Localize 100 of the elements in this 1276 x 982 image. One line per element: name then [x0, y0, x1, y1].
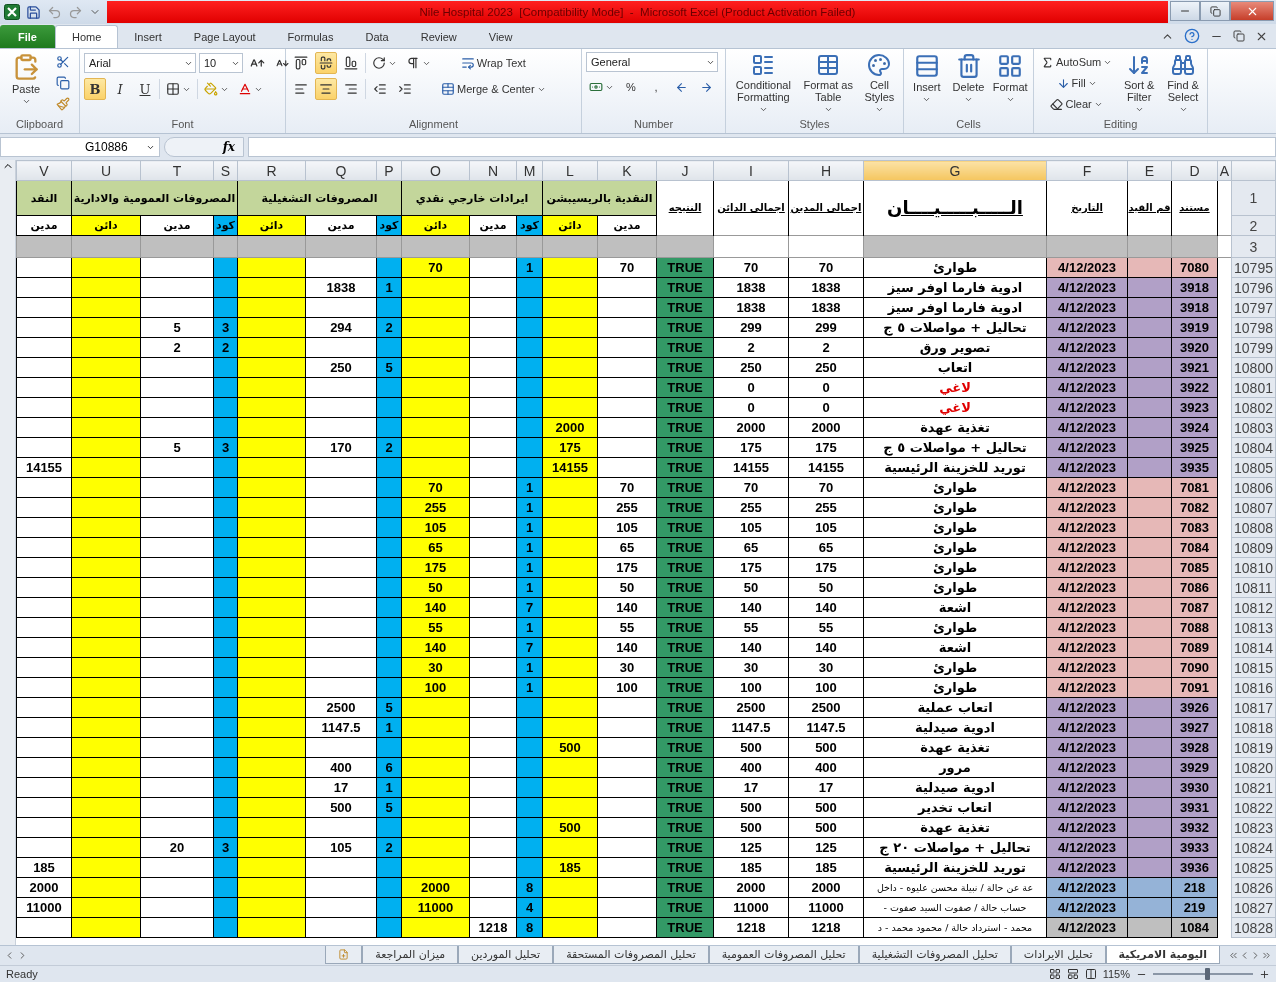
ribbon-tab[interactable]: Formulas: [271, 25, 350, 48]
underline-button[interactable]: U: [134, 78, 156, 100]
table-cell: 1: [376, 777, 402, 798]
ribbon-tab[interactable]: Page Layout: [177, 25, 272, 48]
sheet-tab[interactable]: اليومية الامريكية: [1105, 946, 1220, 964]
conditional-formatting-button[interactable]: Conditional Formatting: [730, 52, 797, 115]
page-layout-view-icon[interactable]: [1066, 968, 1079, 980]
paste-button[interactable]: Paste: [4, 52, 48, 107]
insert-button[interactable]: Insert: [908, 52, 946, 105]
column-header[interactable]: M: [516, 160, 543, 181]
fill-button[interactable]: Fill: [1038, 73, 1116, 93]
column-header[interactable]: S: [213, 160, 238, 181]
align-left-icon: [294, 82, 308, 96]
italic-button[interactable]: I: [109, 78, 131, 100]
ribbon-tab[interactable]: View: [472, 25, 529, 48]
delete-button[interactable]: Delete: [949, 52, 988, 105]
table-cell: 8: [516, 917, 543, 938]
merge-center-button[interactable]: Merge & Center: [438, 78, 549, 100]
first-sheet-icon[interactable]: [1228, 950, 1239, 961]
table-cell: ادوية صيدلية: [863, 717, 1047, 738]
font-size-field[interactable]: 10: [199, 53, 243, 73]
align-center-button[interactable]: [315, 78, 337, 100]
column-header[interactable]: V: [16, 160, 72, 181]
restore-icon[interactable]: [1233, 30, 1245, 42]
column-header[interactable]: A: [1217, 160, 1232, 181]
table-cell: 11000: [788, 897, 864, 918]
column-header[interactable]: H: [788, 160, 864, 181]
column-header[interactable]: L: [542, 160, 598, 181]
find-select-button[interactable]: Find & Select: [1163, 52, 1203, 115]
column-header[interactable]: Q: [305, 160, 377, 181]
group-label: Clipboard: [15, 117, 64, 132]
table-cell: TRUE: [656, 297, 714, 318]
cell-styles-button[interactable]: Cell Styles: [859, 52, 899, 115]
column-header[interactable]: G: [863, 160, 1047, 181]
column-header[interactable]: P: [376, 160, 402, 181]
column-header[interactable]: N: [469, 160, 517, 181]
page-break-view-icon[interactable]: [1084, 968, 1097, 980]
table-cell: 1838: [713, 297, 789, 318]
zoom-thumb[interactable]: [1205, 968, 1210, 980]
column-header[interactable]: F: [1046, 160, 1128, 181]
format-button[interactable]: Format: [991, 52, 1029, 105]
sheet-tab[interactable]: تحليل المصروفات العمومية: [708, 946, 859, 964]
column-header[interactable]: J: [656, 160, 714, 181]
table-cell: 1: [516, 477, 543, 498]
table-cell: 0: [713, 397, 789, 418]
close-button[interactable]: [1230, 1, 1274, 21]
column-header[interactable]: R: [237, 160, 306, 181]
table-cell: TRUE: [656, 557, 714, 578]
table-cell: 70: [713, 257, 789, 278]
wrap-text-button[interactable]: Wrap Text: [438, 52, 549, 74]
sheet-tab[interactable]: تحليل الايرادات: [1010, 946, 1106, 964]
save-button[interactable]: [26, 4, 41, 20]
table-cell: 65: [597, 537, 657, 558]
sheet-tab[interactable]: تحليل الموردين: [458, 946, 554, 964]
table-cell: 3921: [1171, 357, 1218, 378]
middle-align-button[interactable]: [315, 52, 337, 74]
column-header[interactable]: U: [71, 160, 141, 181]
zoom-level[interactable]: 115%: [1102, 968, 1130, 980]
table-cell: 50: [401, 577, 470, 598]
normal-view-icon[interactable]: [1048, 968, 1061, 980]
column-header[interactable]: T: [140, 160, 214, 181]
ribbon-tab[interactable]: Home: [54, 25, 119, 48]
clear-button[interactable]: Clear: [1038, 94, 1116, 114]
sort-filter-button[interactable]: Sort & Filter: [1119, 52, 1160, 115]
restore-button[interactable]: [1200, 1, 1230, 21]
sheet-tab[interactable]: تحليل المصروفات المستحقة: [553, 946, 709, 964]
minimize-button[interactable]: [1170, 1, 1200, 21]
sheet-tab[interactable]: ميزان المراجعة: [362, 946, 459, 964]
table-cell: 4/12/2023: [1046, 917, 1128, 938]
group-header: ايرادات خارجي نقدي: [415, 191, 529, 205]
table-cell: 4/12/2023: [1046, 337, 1128, 358]
comma-button[interactable]: ,: [645, 76, 667, 98]
column-subtitle: مدين: [16, 215, 72, 236]
insert-function-button[interactable]: fx: [164, 137, 244, 157]
column-header[interactable]: O: [401, 160, 470, 181]
column-header[interactable]: E: [1127, 160, 1172, 181]
percent-button[interactable]: %: [620, 76, 642, 98]
vertical-scrollbar[interactable]: [0, 160, 16, 945]
zoom-in-icon[interactable]: [1259, 968, 1270, 980]
number-format-field[interactable]: General: [586, 52, 718, 72]
font-name-field[interactable]: Arial: [84, 53, 196, 73]
column-header[interactable]: D: [1171, 160, 1218, 181]
formula-input[interactable]: [248, 137, 1276, 157]
help-icon[interactable]: [1184, 28, 1200, 44]
column-header[interactable]: I: [713, 160, 789, 181]
sheet-tab[interactable]: تحليل المصروفات التشغيلية: [858, 946, 1011, 964]
table-cell: 140: [713, 597, 789, 618]
rotate-icon: [372, 56, 386, 70]
last-sheet-icon[interactable]: [1261, 950, 1272, 961]
ribbon-tab[interactable]: Review: [404, 25, 473, 48]
format-as-table-button[interactable]: Format as Table: [800, 52, 856, 115]
column-header[interactable]: K: [597, 160, 657, 181]
ribbon-tab[interactable]: Data: [349, 25, 405, 48]
table-cell: 250: [305, 357, 377, 378]
bold-button[interactable]: B: [84, 78, 106, 100]
ribbon-tab[interactable]: Insert: [118, 25, 178, 48]
table-cell: 4/12/2023: [1046, 397, 1128, 418]
ribbon-tab[interactable]: File: [0, 25, 55, 48]
autosum-button[interactable]: AutoSum: [1038, 52, 1116, 72]
name-box[interactable]: G10886: [0, 137, 160, 157]
